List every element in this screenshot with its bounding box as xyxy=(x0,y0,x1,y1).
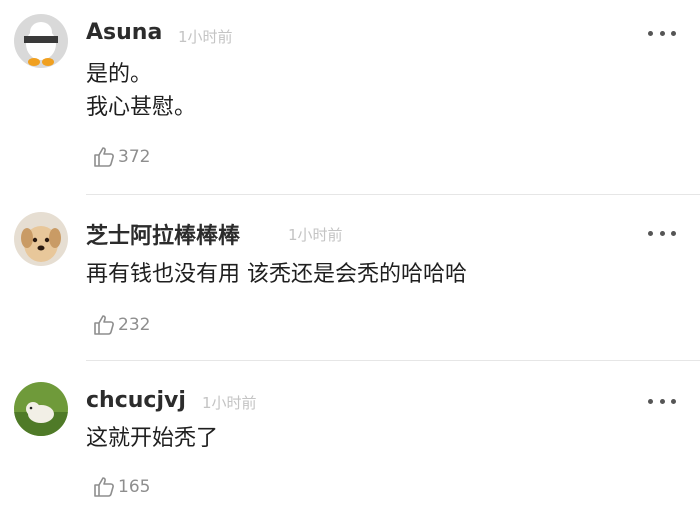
timestamp: 1小时前 xyxy=(288,226,343,244)
comment-text: 这就开始秃了 xyxy=(86,422,218,455)
comment-item: 芝士阿拉棒棒棒 1小时前 再有钱也没有用 该秃还是会秃的哈哈哈 232 xyxy=(0,196,700,362)
more-options-button[interactable] xyxy=(648,228,676,238)
timestamp: 1小时前 xyxy=(178,28,233,46)
comment-line: 是的。 xyxy=(86,62,153,87)
comment-line: 再有钱也没有用 该秃还是会秃的哈哈哈 xyxy=(86,262,467,287)
like-count: 165 xyxy=(118,477,151,497)
dot-icon xyxy=(671,230,676,236)
dog-grass-avatar-icon xyxy=(14,382,68,436)
like-button[interactable]: 232 xyxy=(92,312,150,338)
timestamp: 1小时前 xyxy=(202,394,257,412)
avatar[interactable] xyxy=(14,212,68,266)
comment-text: 是的。 我心甚慰。 xyxy=(86,58,196,124)
more-options-button[interactable] xyxy=(648,28,676,38)
more-options-button[interactable] xyxy=(648,396,676,406)
dot-icon xyxy=(659,230,665,236)
avatar[interactable] xyxy=(14,14,68,68)
thumbs-up-icon xyxy=(94,147,114,167)
dog-avatar-icon xyxy=(14,212,68,266)
thumbs-up-icon xyxy=(94,477,114,497)
dot-icon xyxy=(648,30,653,36)
username[interactable]: Asuna xyxy=(86,20,162,45)
like-count: 372 xyxy=(118,147,151,167)
divider xyxy=(86,360,700,361)
username[interactable]: chcucjvj xyxy=(86,388,186,413)
thumbs-up-icon xyxy=(94,315,114,335)
comment-item: Asuna 1小时前 是的。 我心甚慰。 372 xyxy=(0,0,700,196)
avatar[interactable] xyxy=(14,382,68,436)
like-button[interactable]: 165 xyxy=(92,474,150,500)
dot-icon xyxy=(659,398,665,404)
dot-icon xyxy=(671,398,676,404)
username[interactable]: 芝士阿拉棒棒棒 xyxy=(86,218,240,250)
comment-item: chcucjvj 1小时前 这就开始秃了 165 xyxy=(0,362,700,515)
like-count: 232 xyxy=(118,315,151,335)
duck-avatar-icon xyxy=(14,14,68,68)
comment-line: 这就开始秃了 xyxy=(86,426,219,451)
comment-text: 再有钱也没有用 该秃还是会秃的哈哈哈 xyxy=(86,258,467,291)
dot-icon xyxy=(659,30,665,36)
comment-line: 我心甚慰。 xyxy=(86,95,197,120)
divider xyxy=(86,194,700,195)
dot-icon xyxy=(671,30,676,36)
dot-icon xyxy=(648,230,653,236)
dot-icon xyxy=(648,398,653,404)
like-button[interactable]: 372 xyxy=(92,144,150,170)
